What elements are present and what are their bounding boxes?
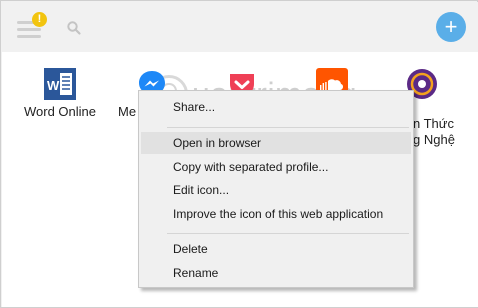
svg-text:W: W [47,78,60,93]
menu-item-label: Delete [173,242,208,256]
menu-item-delete[interactable]: Delete [141,238,411,260]
context-menu: Share... Open in browser Copy with separ… [138,90,414,288]
app-label-line2: g Nghệ [413,132,455,147]
menu-item-open-in-browser[interactable]: Open in browser [141,132,411,154]
add-button[interactable]: + [436,12,466,42]
top-bar: ! + [2,2,478,52]
menu-item-label: Open in browser [173,136,262,150]
menu-item-share[interactable]: Share... [141,96,411,118]
menu-item-copy-separated-profile[interactable]: Copy with separated profile... [141,156,411,178]
menu-item-label: Improve the icon of this web application [173,207,384,221]
menu-separator [167,127,409,128]
app-word-online[interactable]: W Word Online [24,66,104,126]
app-label: Word Online [24,104,97,119]
menu-item-label: Edit icon... [173,183,230,197]
menu-item-improve-icon[interactable]: Improve the icon of this web application [141,203,411,225]
word-online-icon: W [44,68,76,100]
menu-item-edit-icon[interactable]: Edit icon... [141,179,411,201]
notification-badge[interactable]: ! [32,12,47,27]
search-icon[interactable] [66,20,82,36]
menu-item-label: Share... [173,100,216,114]
menu-item-label: Copy with separated profile... [173,160,329,174]
menu-separator [167,233,409,234]
menu-item-rename[interactable]: Rename [141,262,411,284]
app-label-line1: n Thức [413,116,454,131]
app-label: Me [118,104,137,119]
menu-item-label: Rename [173,266,219,280]
